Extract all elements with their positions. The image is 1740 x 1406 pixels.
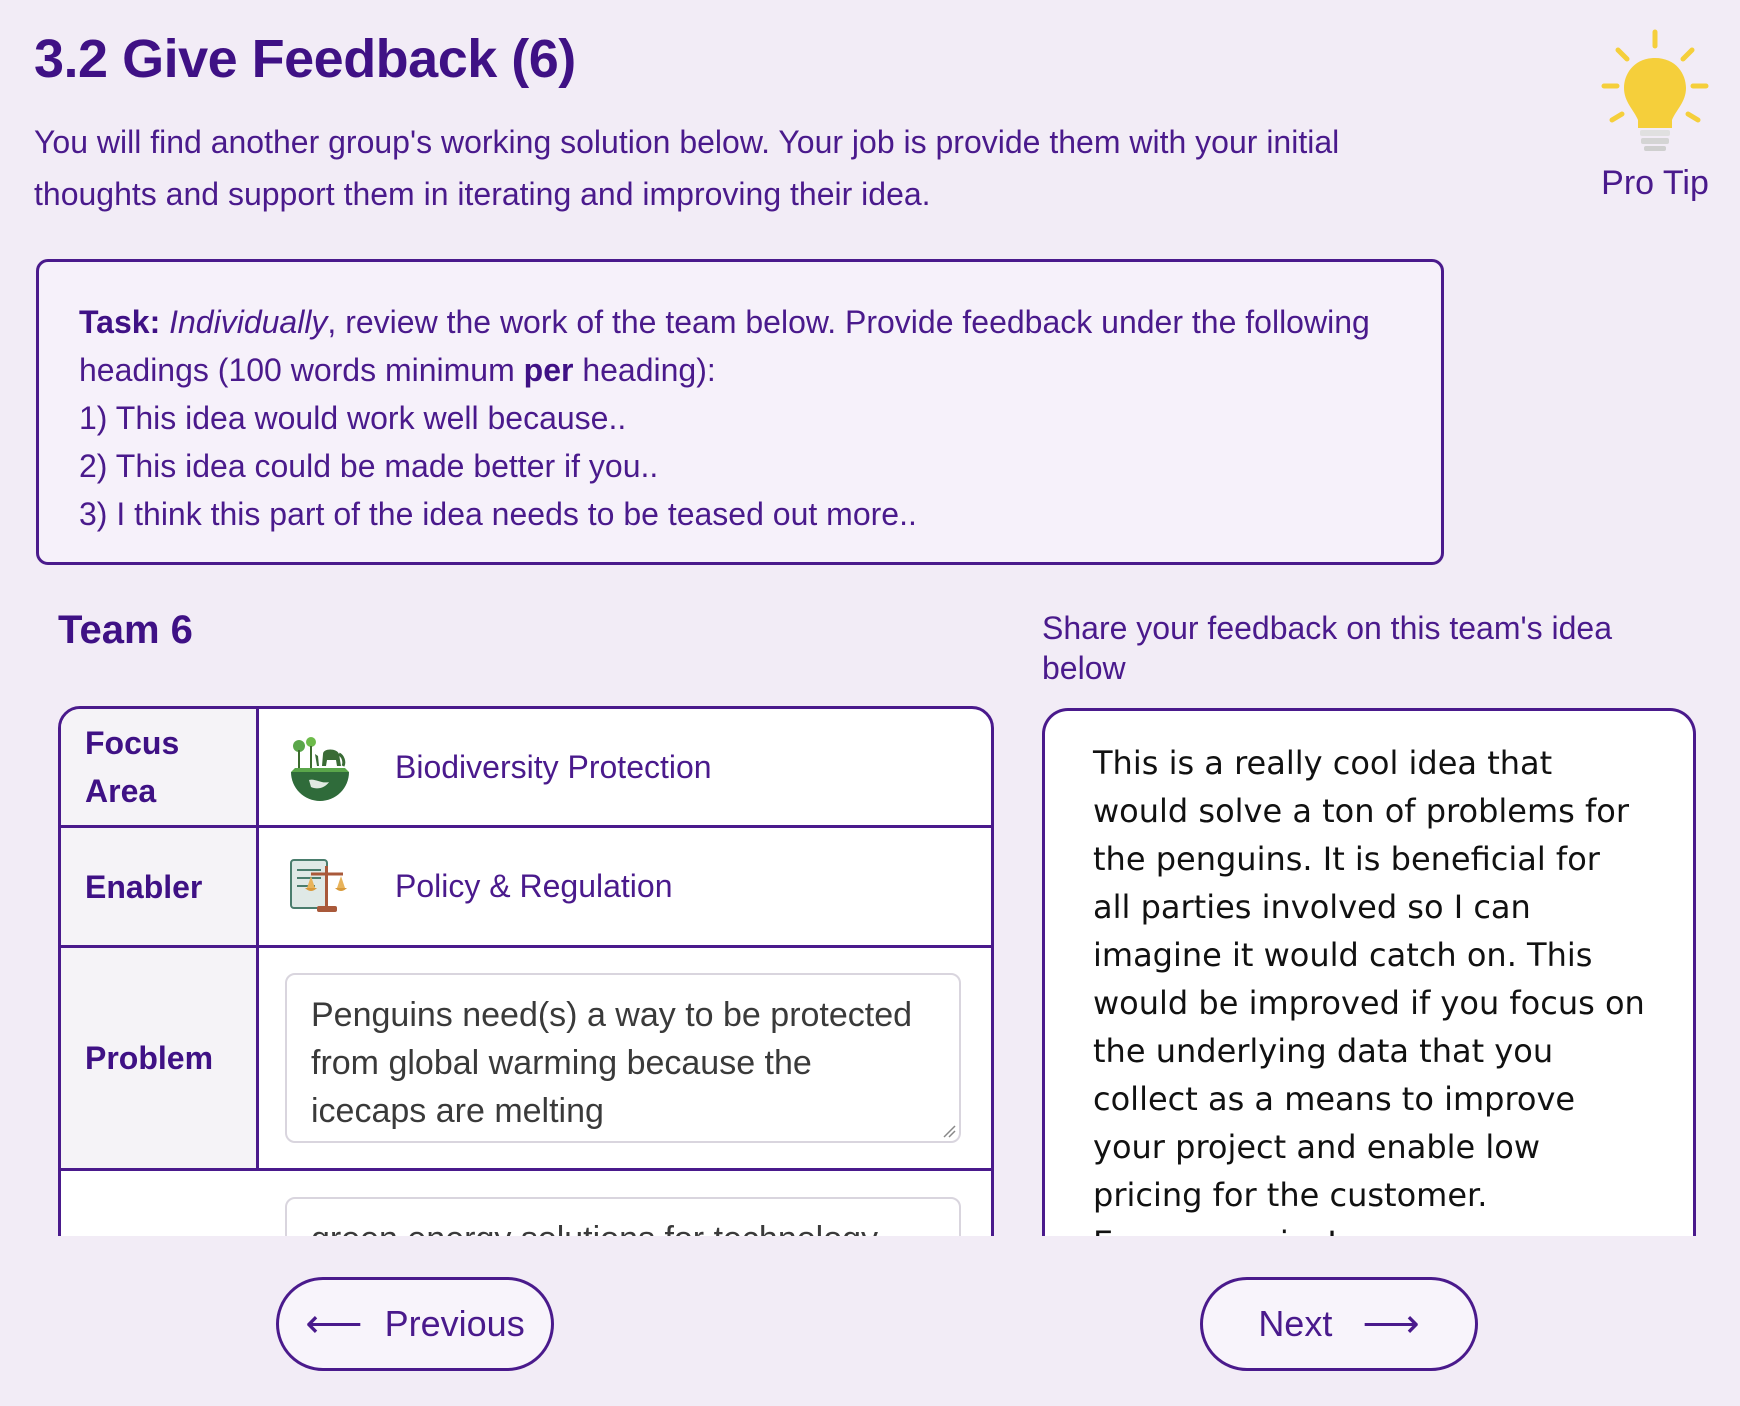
focus-area-value: Biodiversity Protection (395, 748, 712, 785)
team-title: Team 6 (58, 608, 193, 652)
resize-grip-icon[interactable] (942, 1124, 956, 1138)
feedback-textarea[interactable]: This is a really cool idea that would so… (1042, 708, 1696, 1236)
row-label: Focus Area (61, 709, 259, 825)
table-row-solution: green energy solutions for technology (61, 1168, 991, 1236)
previous-button[interactable]: ⟵ Previous (276, 1277, 554, 1371)
row-value: green energy solutions for technology (259, 1171, 991, 1236)
task-item: 3) I think this part of the idea needs t… (79, 496, 917, 532)
task-item: 2) This idea could be made better if you… (79, 448, 659, 484)
pro-tip-button[interactable]: Pro Tip (1580, 28, 1730, 228)
previous-label: Previous (384, 1303, 525, 1344)
row-label: Problem (61, 948, 259, 1168)
row-value: Biodiversity Protection (259, 709, 991, 825)
biodiversity-icon (291, 737, 349, 801)
task-label: Task: (79, 304, 161, 340)
enabler-value: Policy & Regulation (395, 868, 673, 904)
problem-textarea[interactable]: Penguins need(s) a way to be protected f… (285, 973, 961, 1143)
arrow-left-icon: ⟵ (305, 1302, 363, 1346)
team-table: Focus Area Biodiversity Protection Enabl… (58, 706, 994, 1236)
task-bold-word: per (523, 352, 574, 388)
task-instructions: Task: Individually, review the work of t… (79, 298, 1401, 394)
row-label: Enabler (61, 828, 259, 945)
table-row-enabler: Enabler Policy & Regulation (61, 825, 991, 945)
page-intro: You will find another group's working so… (34, 124, 1340, 212)
problem-text: Penguins need(s) a way to be protected f… (311, 996, 913, 1130)
policy-icon (290, 858, 347, 912)
next-button[interactable]: Next ⟶ (1200, 1277, 1478, 1371)
lightbulb-icon (1601, 29, 1709, 151)
table-row-focus-area: Focus Area Biodiversity Protection (61, 709, 991, 825)
arrow-right-icon: ⟶ (1362, 1302, 1420, 1346)
team-table-scroll[interactable]: Focus Area Biodiversity Protection Enabl… (58, 706, 994, 1236)
feedback-label: Share your feedback on this team's idea … (1042, 610, 1612, 686)
task-text-2: heading): (573, 352, 716, 388)
row-value: Policy & Regulation (259, 828, 991, 945)
solution-textarea[interactable]: green energy solutions for technology (285, 1197, 961, 1236)
feedback-text: This is a really cool idea that would so… (1093, 744, 1645, 1236)
task-item: 1) This idea would work well because.. (79, 400, 627, 436)
table-row-problem: Problem Penguins need(s) a way to be pro… (61, 945, 991, 1168)
solution-text: green energy solutions for technology (311, 1220, 878, 1236)
task-box: Task: Individually, review the work of t… (36, 259, 1444, 565)
task-emphasis: Individually (169, 304, 328, 340)
page-title: 3.2 Give Feedback (6) (34, 29, 576, 89)
pro-tip-label: Pro Tip (1601, 164, 1709, 202)
next-label: Next (1258, 1303, 1333, 1344)
row-value: Penguins need(s) a way to be protected f… (259, 948, 991, 1168)
